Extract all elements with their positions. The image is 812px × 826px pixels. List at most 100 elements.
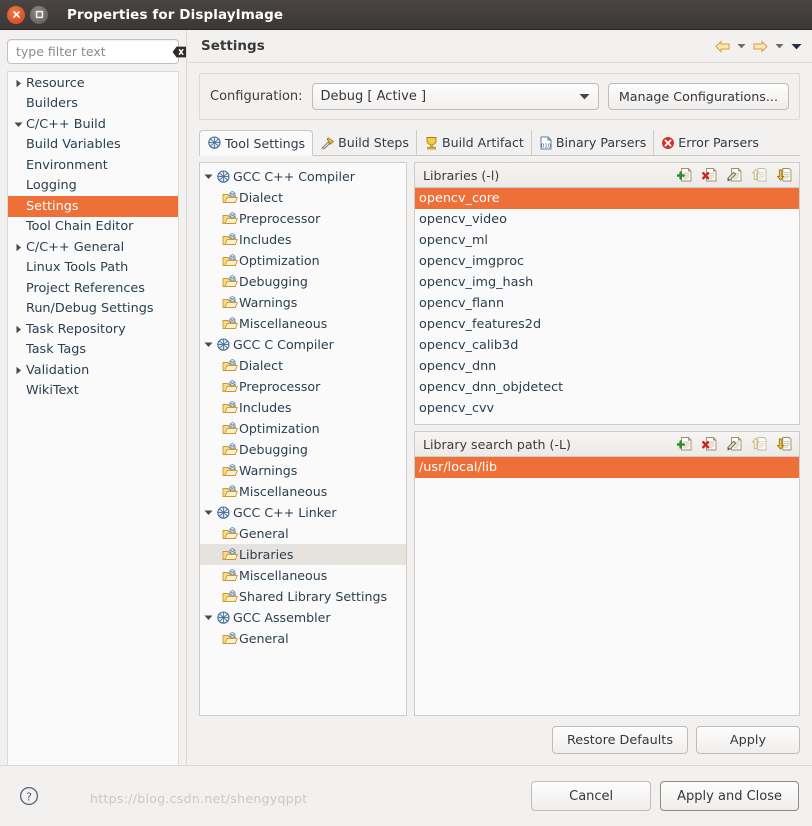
tool-tree-item-includes[interactable]: Includes (200, 397, 406, 418)
list-item[interactable]: opencv_cvv (415, 398, 799, 419)
move-up-icon[interactable] (752, 436, 768, 452)
tool-tree-item-dialect[interactable]: Dialect (200, 355, 406, 376)
sidebar-item-c-c-build[interactable]: C/C++ Build (8, 114, 178, 135)
apply-and-close-button[interactable]: Apply and Close (660, 781, 799, 811)
move-down-icon[interactable] (777, 436, 793, 452)
sidebar-item-logging[interactable]: Logging (8, 176, 178, 197)
tool-tree[interactable]: GCC C++ Compiler Dialect Preprocessor Inclu… (199, 162, 407, 716)
tab-error-parsers[interactable]: Error Parsers (654, 130, 766, 155)
add-icon[interactable] (677, 167, 693, 183)
tab-tool-settings[interactable]: Tool Settings (199, 130, 314, 156)
sidebar-item-project-references[interactable]: Project References (8, 278, 178, 299)
list-item[interactable]: opencv_flann (415, 293, 799, 314)
tab-binary-parsers[interactable]: 010 Binary Parsers (532, 130, 655, 155)
delete-icon[interactable] (702, 167, 718, 183)
search-input[interactable] (16, 44, 172, 59)
chevron-right-icon[interactable] (12, 243, 25, 252)
restore-defaults-button[interactable]: Restore Defaults (551, 726, 688, 754)
tool-tree-item-optimization[interactable]: Optimization (200, 418, 406, 439)
chevron-down-icon[interactable] (204, 508, 216, 517)
settings-nav-tree[interactable]: Resource Builders C/C++ Build Build Variabl… (7, 71, 179, 765)
sidebar-item-resource[interactable]: Resource (8, 73, 178, 94)
list-item[interactable]: opencv_imgproc (415, 251, 799, 272)
tool-tree-item-preprocessor[interactable]: Preprocessor (200, 208, 406, 229)
cancel-button[interactable]: Cancel (531, 781, 652, 811)
search-path-list[interactable]: /usr/local/lib (415, 457, 799, 715)
tool-tree-item-miscellaneous[interactable]: Miscellaneous (200, 565, 406, 586)
forward-menu-chevron-down-icon[interactable] (775, 43, 784, 49)
libraries-list[interactable]: opencv_core opencv_video opencv_ml opencv_i… (415, 188, 799, 424)
tool-tree-item-libraries[interactable]: Libraries (200, 544, 406, 565)
sidebar-item-task-tags[interactable]: Task Tags (8, 340, 178, 361)
svg-text:?: ? (26, 790, 32, 803)
maximize-icon[interactable] (30, 5, 48, 24)
manage-configurations-button[interactable]: Manage Configurations... (607, 83, 789, 110)
tool-tree-item-warnings[interactable]: Warnings (200, 292, 406, 313)
tool-tree-item-gcc-assembler[interactable]: GCC Assembler (200, 607, 406, 628)
configuration-select[interactable]: Debug [ Active ] (311, 83, 599, 110)
tool-tabs[interactable]: Tool Settings Build Steps Build Artifact 01… (199, 130, 800, 156)
sidebar-item-run-debug-settings[interactable]: Run/Debug Settings (8, 299, 178, 320)
chevron-down-icon[interactable] (204, 172, 216, 181)
sidebar-item-builders[interactable]: Builders (8, 94, 178, 115)
filter-box[interactable] (7, 39, 186, 64)
tool-tree-item-general[interactable]: General (200, 628, 406, 649)
move-up-icon[interactable] (752, 167, 768, 183)
view-menu-icon[interactable] (791, 43, 802, 50)
tab-build-steps[interactable]: Build Steps (313, 130, 417, 155)
tool-tree-item-optimization[interactable]: Optimization (200, 250, 406, 271)
list-item[interactable]: /usr/local/lib (415, 457, 799, 478)
forward-arrow-icon[interactable] (753, 39, 768, 53)
back-arrow-icon[interactable] (715, 39, 730, 53)
tool-tree-item-dialect[interactable]: Dialect (200, 187, 406, 208)
list-item[interactable]: opencv_core (415, 188, 799, 209)
sidebar-item-task-repository[interactable]: Task Repository (8, 319, 178, 340)
tool-tree-item-gcc-c-linker[interactable]: GCC C++ Linker (200, 502, 406, 523)
add-icon[interactable] (677, 436, 693, 452)
chevron-down-icon[interactable] (204, 613, 216, 622)
list-item[interactable]: opencv_calib3d (415, 335, 799, 356)
list-item[interactable]: opencv_features2d (415, 314, 799, 335)
edit-icon[interactable] (727, 167, 743, 183)
tool-tree-item-miscellaneous[interactable]: Miscellaneous (200, 313, 406, 334)
tool-settings-panels: GCC C++ Compiler Dialect Preprocessor Inclu… (187, 156, 812, 716)
sidebar-item-settings[interactable]: Settings (8, 196, 178, 217)
chevron-right-icon[interactable] (12, 366, 25, 375)
close-icon[interactable] (7, 5, 25, 24)
chevron-right-icon[interactable] (12, 79, 25, 88)
tool-tree-item-miscellaneous[interactable]: Miscellaneous (200, 481, 406, 502)
tool-tree-item-gcc-c-compiler[interactable]: GCC C++ Compiler (200, 166, 406, 187)
chevron-right-icon[interactable] (12, 325, 25, 334)
tool-tree-item-gcc-c-compiler[interactable]: GCC C Compiler (200, 334, 406, 355)
libraries-panel-header: Libraries (-l) (415, 163, 799, 188)
help-icon[interactable]: ? (18, 785, 40, 807)
tool-tree-item-debugging[interactable]: Debugging (200, 271, 406, 292)
list-item[interactable]: opencv_img_hash (415, 272, 799, 293)
back-menu-chevron-down-icon[interactable] (737, 43, 746, 49)
tool-tree-item-debugging[interactable]: Debugging (200, 439, 406, 460)
sidebar-item-tool-chain-editor[interactable]: Tool Chain Editor (8, 217, 178, 238)
tool-tree-item-includes[interactable]: Includes (200, 229, 406, 250)
apply-button[interactable]: Apply (696, 726, 800, 754)
sidebar-item-environment[interactable]: Environment (8, 155, 178, 176)
sidebar-item-c-c-general[interactable]: C/C++ General (8, 237, 178, 258)
move-down-icon[interactable] (777, 167, 793, 183)
list-item[interactable]: opencv_ml (415, 230, 799, 251)
tool-tree-item-warnings[interactable]: Warnings (200, 460, 406, 481)
clear-icon[interactable] (172, 46, 187, 58)
tab-build-artifact[interactable]: Build Artifact (417, 130, 532, 155)
sidebar-item-linux-tools-path[interactable]: Linux Tools Path (8, 258, 178, 279)
chevron-down-icon[interactable] (204, 340, 216, 349)
tool-tree-item-general[interactable]: General (200, 523, 406, 544)
sidebar-item-validation[interactable]: Validation (8, 360, 178, 381)
tool-tree-item-preprocessor[interactable]: Preprocessor (200, 376, 406, 397)
list-item[interactable]: opencv_dnn (415, 356, 799, 377)
sidebar-item-build-variables[interactable]: Build Variables (8, 135, 178, 156)
chevron-down-icon[interactable] (12, 120, 25, 129)
tool-tree-item-shared-library-settings[interactable]: Shared Library Settings (200, 586, 406, 607)
list-item[interactable]: opencv_video (415, 209, 799, 230)
edit-icon[interactable] (727, 436, 743, 452)
list-item[interactable]: opencv_dnn_objdetect (415, 377, 799, 398)
sidebar-item-wikitext[interactable]: WikiText (8, 381, 178, 402)
delete-icon[interactable] (702, 436, 718, 452)
